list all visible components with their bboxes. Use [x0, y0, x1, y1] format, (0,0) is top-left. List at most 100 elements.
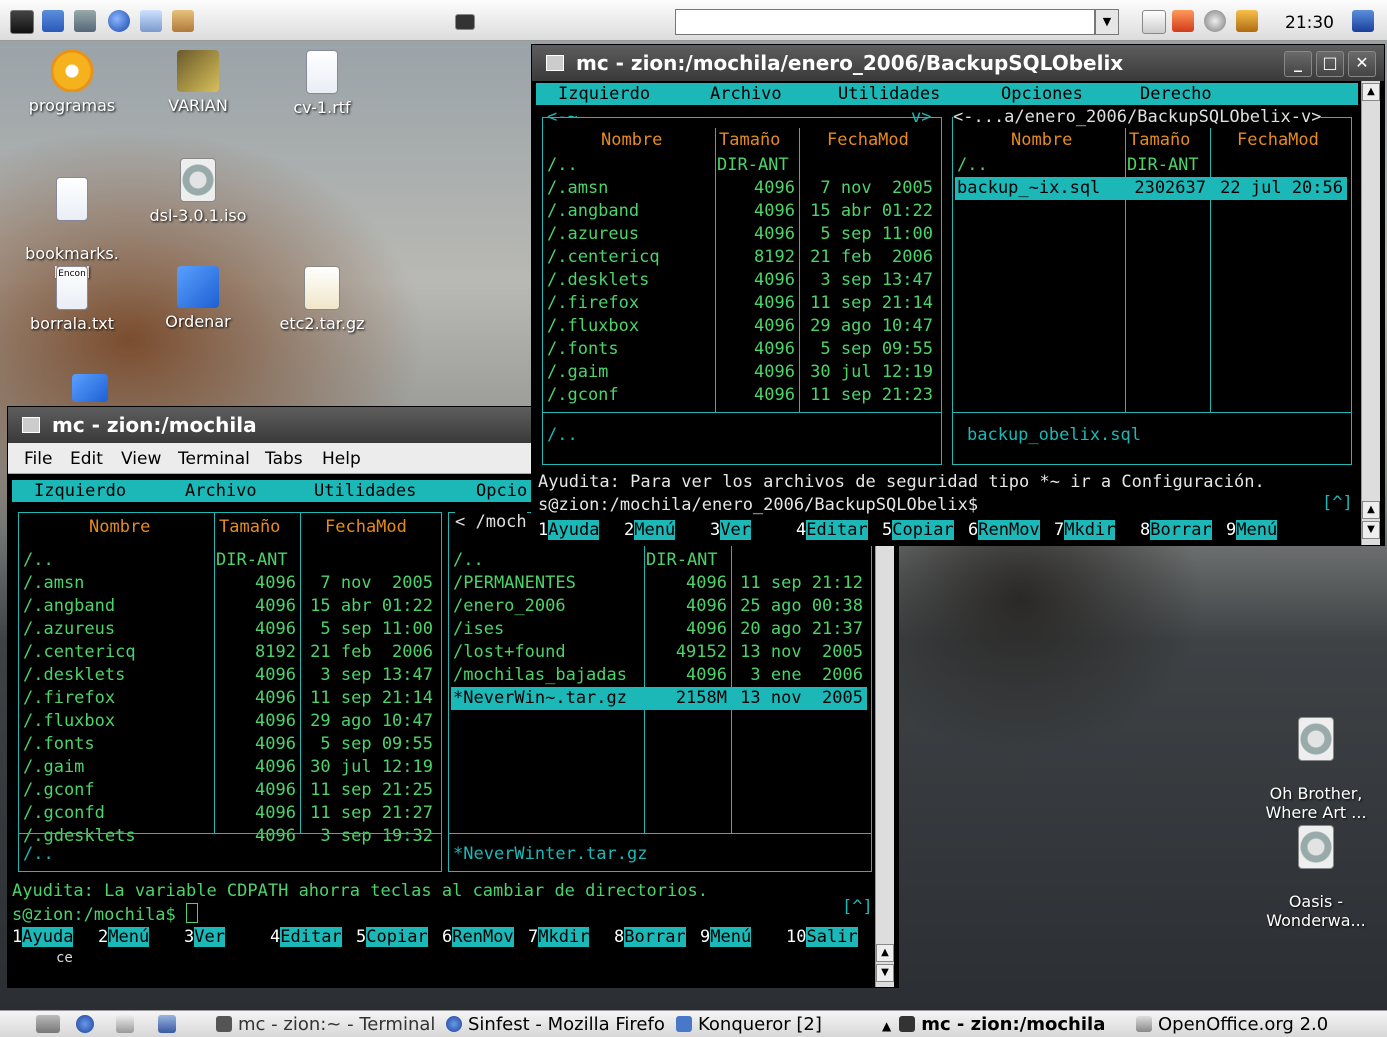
- mc-left-panel[interactable]: Nombre Tamaño FechaMod /.. DIR-ANT /.amsn 4…: [18, 512, 442, 872]
- mc-menu-izquierdo[interactable]: Izquierdo: [558, 83, 650, 105]
- fkey-1[interactable]: 1Ayuda: [12, 926, 74, 948]
- window-list-icon[interactable]: [74, 10, 96, 32]
- fkey-6[interactable]: 6RenMov: [968, 519, 1040, 541]
- menu-terminal[interactable]: Terminal: [178, 449, 250, 469]
- kde-icon[interactable]: [42, 10, 64, 32]
- fkey-1[interactable]: 1Ayuda: [538, 519, 600, 541]
- show-desktop-icon[interactable]: [36, 1015, 60, 1033]
- clock[interactable]: 21:30: [1285, 13, 1334, 33]
- warning-icon[interactable]: [1172, 10, 1194, 32]
- folder-icon: [177, 266, 219, 308]
- chevron-down-icon[interactable]: ▼: [1095, 9, 1119, 35]
- globe-icon[interactable]: [76, 1015, 94, 1033]
- globe-icon[interactable]: [108, 10, 130, 32]
- taskbar-item-firefox[interactable]: Sinfest - Mozilla Firefo: [446, 1014, 665, 1035]
- mc-right-panel[interactable]: <-...a/enero_2006/BackupSQLObelix-v> Nom…: [952, 106, 1352, 465]
- fkey-8[interactable]: 8Borrar: [614, 926, 686, 948]
- floppy-icon[interactable]: [158, 1015, 176, 1033]
- mc-menu-utilidades[interactable]: Utilidades: [838, 83, 940, 105]
- taskbar-item-terminal[interactable]: mc - zion:~ - Terminal: [216, 1014, 435, 1035]
- taskbar-item-mc-mochila[interactable]: ▲ mc - zion:/mochila: [882, 1014, 1105, 1035]
- window-titlebar[interactable]: mc - zion:/mochila/enero_2006/BackupSQLO…: [532, 45, 1384, 81]
- fkey-9[interactable]: 9Menú: [700, 926, 752, 948]
- column-header-tamano[interactable]: Tamaño: [219, 517, 280, 537]
- mail-icon[interactable]: [172, 10, 194, 32]
- close-button[interactable]: ✕: [1348, 51, 1376, 77]
- logout-icon[interactable]: [1352, 10, 1374, 32]
- fkey-3[interactable]: 3Ver: [710, 519, 751, 541]
- minimize-button[interactable]: _: [1284, 51, 1312, 77]
- mc-menu-izquierdo[interactable]: Izquierdo: [34, 480, 126, 502]
- column-header-nombre[interactable]: Nombre: [1011, 130, 1072, 150]
- taskbar-item-openoffice[interactable]: OpenOffice.org 2.0: [1136, 1014, 1328, 1035]
- menu-edit[interactable]: Edit: [70, 449, 103, 469]
- desktop-icon-programas[interactable]: programas: [12, 50, 132, 115]
- network-icon[interactable]: [140, 10, 162, 32]
- klipper-icon[interactable]: [1142, 10, 1166, 34]
- fkey-7[interactable]: 7Mkdir: [1054, 519, 1116, 541]
- fkey-4[interactable]: 4Editar: [270, 926, 342, 948]
- fkey-5[interactable]: 5Copiar: [882, 519, 954, 541]
- maximize-button[interactable]: □: [1316, 51, 1344, 77]
- mc-menu-opciones[interactable]: Opciones: [1001, 83, 1083, 105]
- panel-divider: [543, 412, 941, 413]
- desktop-icon-oasis[interactable]: Oasis - Wonderwa...: [1256, 806, 1376, 949]
- column-header-fechamod[interactable]: FechaMod: [325, 517, 407, 537]
- terminal-scrollbar[interactable]: ▲ ▼: [875, 474, 894, 987]
- desktop-icon-etc2[interactable]: etc2.tar.gz: [262, 266, 382, 333]
- mc-backup-window[interactable]: mc - zion:/mochila/enero_2006/BackupSQLO…: [532, 45, 1384, 545]
- mc-left-panel[interactable]: <-~ v> Nombre Tamaño FechaMod /.. DIR-ANT…: [542, 107, 942, 465]
- menu-view[interactable]: View: [121, 449, 161, 469]
- fkey-9[interactable]: 9Menú: [1226, 519, 1278, 541]
- mc-menu-derecho[interactable]: Derecho: [1140, 83, 1212, 105]
- column-header-nombre[interactable]: Nombre: [601, 130, 662, 150]
- desktop-icon-borrala[interactable]: Encon borrala.txt: [12, 266, 132, 333]
- scroll-up-button[interactable]: ▲: [876, 944, 894, 962]
- mc-menu-opciones[interactable]: Opcio: [476, 480, 527, 502]
- mc-menu-utilidades[interactable]: Utilidades: [314, 480, 416, 502]
- column-header-tamano[interactable]: Tamaño: [1129, 130, 1190, 150]
- desktop-icon-dsl-iso[interactable]: dsl-3.0.1.iso: [138, 158, 258, 225]
- scroll-down-button[interactable]: ▼: [876, 964, 894, 982]
- clipboard-icon[interactable]: [116, 1015, 134, 1033]
- terminal-body[interactable]: Izquierdo Archivo Utilidades Opciones De…: [532, 81, 1360, 545]
- terminal-scrollbar[interactable]: ▲ ▲ ▼: [1361, 81, 1380, 545]
- desktop-icon-ordenar[interactable]: Ordenar: [138, 266, 258, 331]
- column-header-fechamod[interactable]: FechaMod: [1237, 130, 1319, 150]
- menu-help[interactable]: Help: [322, 449, 361, 469]
- history-marker[interactable]: [^]: [1322, 492, 1353, 515]
- desktop-icon-varian[interactable]: VARIAN: [138, 50, 258, 115]
- fkey-2[interactable]: 2Menú: [624, 519, 676, 541]
- scroll-down-button[interactable]: ▼: [1362, 521, 1380, 539]
- fkey-3[interactable]: 3Ver: [184, 926, 225, 948]
- fkey-6[interactable]: 6RenMov: [442, 926, 514, 948]
- fkey-2[interactable]: 2Menú: [98, 926, 150, 948]
- window-icon[interactable]: [455, 14, 475, 30]
- scroll-up-button[interactable]: ▲: [1362, 83, 1380, 101]
- shell-prompt[interactable]: s@zion:/mochila/enero_2006/BackupSQLObel…: [538, 494, 978, 517]
- column-header-tamano[interactable]: Tamaño: [719, 130, 780, 150]
- shell-prompt[interactable]: s@zion:/mochila$: [12, 903, 198, 926]
- mc-menu-archivo[interactable]: Archivo: [185, 480, 257, 502]
- column-header-nombre[interactable]: Nombre: [89, 517, 150, 537]
- fkey-10[interactable]: 10Salir: [786, 926, 858, 948]
- fkey-4[interactable]: 4Editar: [796, 519, 868, 541]
- volume-icon[interactable]: [1204, 10, 1226, 32]
- taskbar-item-konqueror[interactable]: Konqueror [2]: [676, 1014, 822, 1035]
- menu-tabs[interactable]: Tabs: [265, 449, 303, 469]
- fkey-7[interactable]: 7Mkdir: [528, 926, 590, 948]
- fkey-5[interactable]: 5Copiar: [356, 926, 428, 948]
- terminal-body[interactable]: Izquierdo Archivo Utilidades Opcio Nombr…: [8, 474, 874, 987]
- menu-file[interactable]: File: [24, 449, 52, 469]
- terminal-icon[interactable]: [10, 10, 34, 34]
- column-header-fechamod[interactable]: FechaMod: [827, 130, 909, 150]
- fkey-8[interactable]: 8Borrar: [1140, 519, 1212, 541]
- desktop-icon-folder-partial[interactable]: [30, 374, 150, 406]
- mc-right-panel[interactable]: < /moch /.. DIR-ANT/PERMANENTES 4096 11 sep…: [448, 511, 872, 872]
- mc-menu-archivo[interactable]: Archivo: [710, 83, 782, 105]
- wallet-icon[interactable]: [1236, 10, 1258, 32]
- scroll-up-button[interactable]: ▲: [1362, 501, 1380, 519]
- history-marker[interactable]: [^]: [842, 896, 873, 919]
- address-input[interactable]: [675, 9, 1095, 35]
- desktop-icon-cv[interactable]: cv-1.rtf: [262, 50, 382, 117]
